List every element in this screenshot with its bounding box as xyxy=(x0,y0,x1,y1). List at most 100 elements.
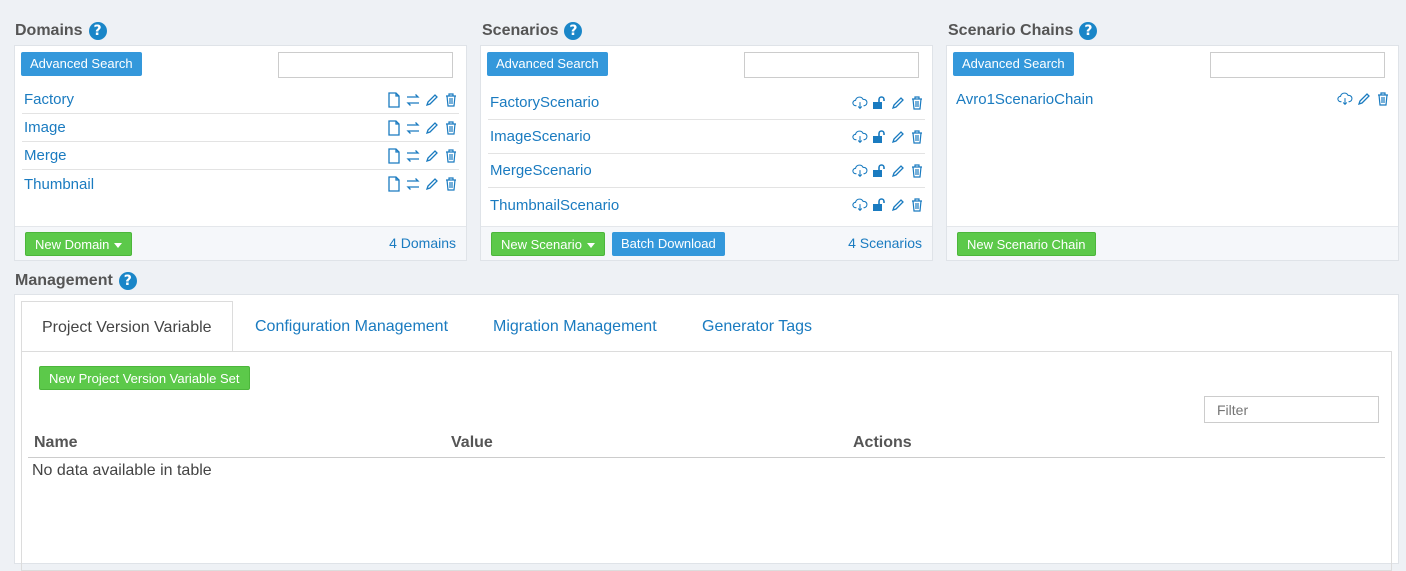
domains-panel: Advanced Search Factory Image Merge Thum… xyxy=(14,45,467,261)
pencil-icon[interactable] xyxy=(890,95,906,111)
scenario-row-image[interactable]: ImageScenario xyxy=(488,120,925,154)
file-icon[interactable] xyxy=(386,176,402,192)
trash-icon[interactable] xyxy=(443,92,459,108)
column-header-name[interactable]: Name xyxy=(34,434,78,452)
trash-icon[interactable] xyxy=(443,120,459,136)
domains-title: Domains xyxy=(15,22,83,39)
table-header-row: Name Value Actions xyxy=(28,432,1385,458)
domains-search-input[interactable] xyxy=(278,52,453,78)
help-icon[interactable]: ? xyxy=(88,22,107,40)
domain-link[interactable]: Merge xyxy=(22,147,386,164)
new-scenario-chain-button[interactable]: New Scenario Chain xyxy=(957,232,1096,256)
scenario-link[interactable]: ImageScenario xyxy=(488,128,852,145)
chains-search-input[interactable] xyxy=(1210,52,1385,78)
domains-advanced-search-button[interactable]: Advanced Search xyxy=(21,52,142,76)
column-header-actions[interactable]: Actions xyxy=(853,434,912,452)
domain-row-thumbnail[interactable]: Thumbnail xyxy=(22,170,459,198)
scenarios-footer: New Scenario Batch Download 4 Scenarios xyxy=(481,226,932,260)
new-domain-label: New Domain xyxy=(35,237,110,252)
help-icon[interactable]: ? xyxy=(564,22,583,40)
help-icon[interactable]: ? xyxy=(1079,22,1098,40)
scenario-row-factory[interactable]: FactoryScenario xyxy=(488,86,925,120)
pencil-icon[interactable] xyxy=(424,148,440,164)
unlock-icon[interactable] xyxy=(871,163,887,179)
help-icon[interactable]: ? xyxy=(118,272,137,290)
empty-table-message: No data available in table xyxy=(32,462,212,479)
unlock-icon[interactable] xyxy=(871,129,887,145)
exchange-icon[interactable] xyxy=(405,176,421,192)
tab-migration-management[interactable]: Migration Management xyxy=(473,301,677,352)
management-tabs: Project Version Variable Configuration M… xyxy=(21,301,1398,352)
management-header: Management ? xyxy=(15,270,137,292)
new-domain-button[interactable]: New Domain xyxy=(25,232,133,256)
cloud-download-icon[interactable] xyxy=(852,163,868,179)
new-scenario-label: New Scenario xyxy=(501,237,582,252)
column-header-value[interactable]: Value xyxy=(451,434,493,452)
management-title: Management xyxy=(15,272,113,289)
cloud-download-icon[interactable] xyxy=(852,129,868,145)
file-icon[interactable] xyxy=(386,91,402,108)
domain-row-merge[interactable]: Merge xyxy=(22,142,459,170)
scenario-row-merge[interactable]: MergeScenario xyxy=(488,154,925,188)
tab-configuration-management[interactable]: Configuration Management xyxy=(235,301,468,352)
trash-icon[interactable] xyxy=(909,95,925,111)
scenarios-header: Scenarios ? xyxy=(482,20,583,42)
unlock-icon[interactable] xyxy=(871,197,887,213)
chains-footer: New Scenario Chain xyxy=(947,226,1398,260)
chain-link[interactable]: Avro1ScenarioChain xyxy=(954,91,1337,108)
scenarios-count: 4 Scenarios xyxy=(848,235,922,251)
domain-row-image[interactable]: Image xyxy=(22,114,459,142)
new-project-version-variable-set-button[interactable]: New Project Version Variable Set xyxy=(39,366,250,390)
domain-link[interactable]: Thumbnail xyxy=(22,176,386,193)
scenario-chains-title: Scenario Chains xyxy=(948,22,1074,39)
trash-icon[interactable] xyxy=(443,148,459,164)
pencil-icon[interactable] xyxy=(1356,91,1372,107)
scenarios-panel: Advanced Search FactoryScenario ImageSce… xyxy=(480,45,933,261)
filter-input[interactable] xyxy=(1204,396,1379,423)
pencil-icon[interactable] xyxy=(890,129,906,145)
pencil-icon[interactable] xyxy=(890,197,906,213)
scenario-link[interactable]: FactoryScenario xyxy=(488,94,852,111)
batch-download-button[interactable]: Batch Download xyxy=(612,232,725,256)
trash-icon[interactable] xyxy=(909,129,925,145)
pencil-icon[interactable] xyxy=(890,163,906,179)
exchange-icon[interactable] xyxy=(405,148,421,164)
scenario-row-thumbnail[interactable]: ThumbnailScenario xyxy=(488,188,925,222)
exchange-icon[interactable] xyxy=(405,120,421,136)
domain-link[interactable]: Image xyxy=(22,119,386,136)
caret-down-icon xyxy=(114,243,123,249)
chain-row-avro1[interactable]: Avro1ScenarioChain xyxy=(954,84,1391,114)
domain-row-factory[interactable]: Factory xyxy=(22,86,459,114)
tab-content: New Project Version Variable Set Name Va… xyxy=(21,351,1392,571)
scenario-link[interactable]: MergeScenario xyxy=(488,162,852,179)
scenarios-title: Scenarios xyxy=(482,22,559,39)
caret-down-icon xyxy=(586,243,595,249)
scenario-link[interactable]: ThumbnailScenario xyxy=(488,197,852,214)
domains-header: Domains ? xyxy=(15,20,107,42)
unlock-icon[interactable] xyxy=(871,95,887,111)
trash-icon[interactable] xyxy=(1375,91,1391,107)
management-panel: Project Version Variable Configuration M… xyxy=(14,294,1399,571)
new-scenario-button[interactable]: New Scenario xyxy=(491,232,605,256)
trash-icon[interactable] xyxy=(909,163,925,179)
exchange-icon[interactable] xyxy=(405,92,421,108)
scenarios-search-input[interactable] xyxy=(744,52,919,78)
trash-icon[interactable] xyxy=(909,197,925,213)
domain-link[interactable]: Factory xyxy=(22,91,386,108)
chains-advanced-search-button[interactable]: Advanced Search xyxy=(953,52,1074,76)
scenario-chains-panel: Advanced Search Avro1ScenarioChain New S… xyxy=(946,45,1399,261)
pencil-icon[interactable] xyxy=(424,176,440,192)
tab-generator-tags[interactable]: Generator Tags xyxy=(682,301,832,352)
scenarios-advanced-search-button[interactable]: Advanced Search xyxy=(487,52,608,76)
pencil-icon[interactable] xyxy=(424,92,440,108)
scenario-chains-header: Scenario Chains ? xyxy=(948,20,1098,42)
file-icon[interactable] xyxy=(386,147,402,164)
cloud-download-icon[interactable] xyxy=(852,95,868,111)
tab-project-version-variable[interactable]: Project Version Variable xyxy=(21,301,233,352)
pencil-icon[interactable] xyxy=(424,120,440,136)
file-icon[interactable] xyxy=(386,119,402,136)
cloud-download-icon[interactable] xyxy=(1337,91,1353,107)
domains-footer: New Domain 4 Domains xyxy=(15,226,466,260)
trash-icon[interactable] xyxy=(443,176,459,192)
cloud-download-icon[interactable] xyxy=(852,197,868,213)
